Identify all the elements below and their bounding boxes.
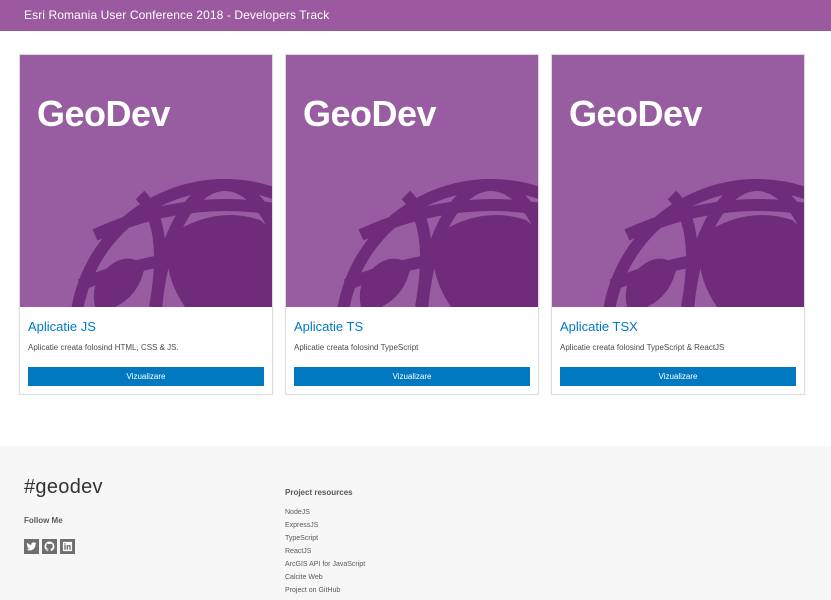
card-title: Aplicatie TS bbox=[294, 319, 364, 334]
resource-link[interactable]: ExpressJS bbox=[285, 519, 365, 532]
app-card-ts: GeoDev Aplicatie TS Aplicatie creata fol… bbox=[285, 54, 539, 395]
resource-link[interactable]: TypeScript bbox=[285, 532, 365, 545]
card-brand: GeoDev bbox=[303, 93, 437, 134]
resource-link[interactable]: Project on GitHub bbox=[285, 584, 365, 597]
card-brand: GeoDev bbox=[569, 93, 703, 134]
github-icon[interactable] bbox=[42, 539, 57, 554]
page-title: Esri Romania User Conference 2018 - Deve… bbox=[24, 8, 330, 22]
app-card-tsx: GeoDev Aplicatie TSX Aplicatie creata fo… bbox=[551, 54, 805, 395]
social-links bbox=[24, 539, 75, 554]
card-description: Aplicatie creata folosind TypeScript & R… bbox=[560, 343, 725, 352]
footer: #geodev Follow Me Project resources Node… bbox=[0, 446, 831, 600]
card-thumbnail: GeoDev bbox=[286, 55, 538, 307]
app-card-js: GeoDev Aplicatie JS Aplicatie creata fol… bbox=[19, 54, 273, 395]
resource-link[interactable]: NodeJS bbox=[285, 506, 365, 519]
resource-link[interactable]: ReactJS bbox=[285, 545, 365, 558]
resources-list: NodeJS ExpressJS TypeScript ReactJS ArcG… bbox=[285, 506, 365, 597]
card-description: Aplicatie creata folosind HTML, CSS & JS… bbox=[28, 343, 179, 352]
card-description: Aplicatie creata folosind TypeScript bbox=[294, 343, 419, 352]
card-brand: GeoDev bbox=[37, 93, 171, 134]
follow-label: Follow Me bbox=[24, 516, 63, 525]
view-button[interactable]: Vizualizare bbox=[28, 367, 264, 386]
footer-hashtag: #geodev bbox=[24, 476, 103, 498]
card-title: Aplicatie TSX bbox=[560, 319, 638, 334]
view-button[interactable]: Vizualizare bbox=[560, 367, 796, 386]
resources-title: Project resources bbox=[285, 488, 353, 497]
card-thumbnail: GeoDev bbox=[552, 55, 804, 307]
twitter-icon[interactable] bbox=[24, 539, 39, 554]
resource-link[interactable]: Calcite Web bbox=[285, 571, 365, 584]
resource-link[interactable]: ArcGIS API for JavaScript bbox=[285, 558, 365, 571]
top-bar: Esri Romania User Conference 2018 - Deve… bbox=[0, 0, 831, 31]
card-title: Aplicatie JS bbox=[28, 319, 96, 334]
view-button[interactable]: Vizualizare bbox=[294, 367, 530, 386]
card-thumbnail: GeoDev bbox=[20, 55, 272, 307]
linkedin-icon[interactable] bbox=[60, 539, 75, 554]
